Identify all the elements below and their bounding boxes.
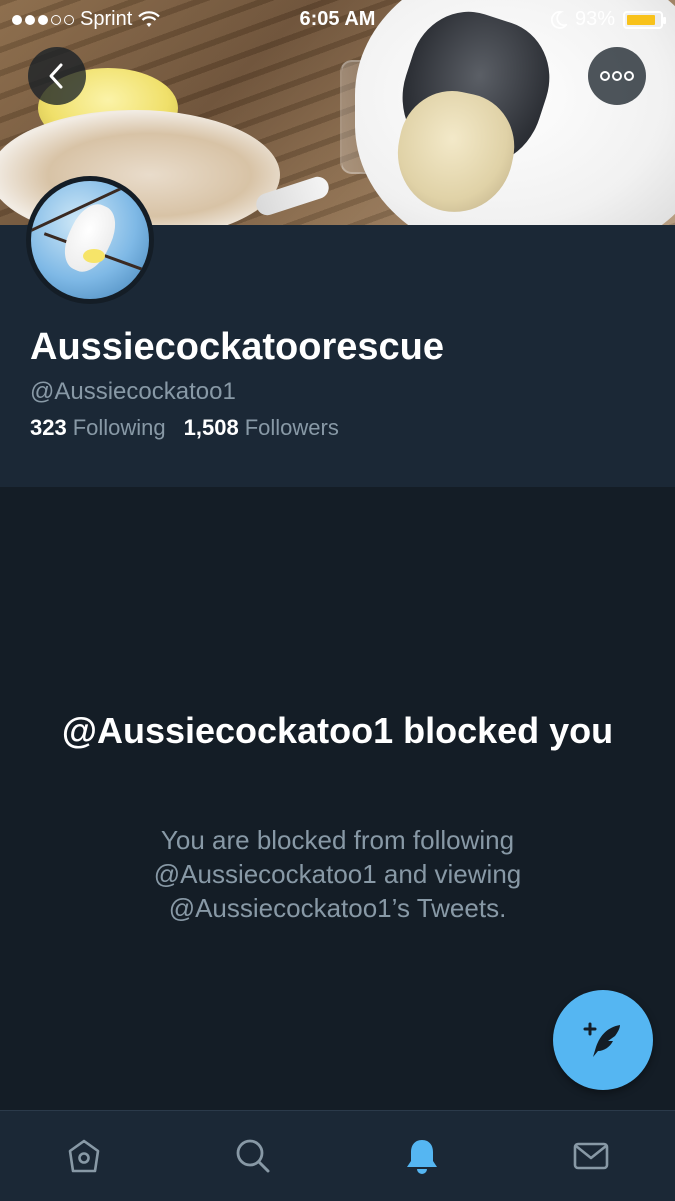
bell-icon <box>406 1140 437 1174</box>
battery-percent: 93% <box>574 8 615 30</box>
chevron-left-icon <box>49 63 63 89</box>
followers-label: Followers <box>244 415 339 440</box>
more-options-button[interactable] <box>588 47 646 105</box>
compose-tweet-icon <box>583 1022 620 1057</box>
search-icon <box>236 1139 270 1173</box>
status-bar: Sprint 6:05 AM 93% <box>0 0 675 40</box>
avatar[interactable] <box>26 176 154 304</box>
blocked-description: You are blocked from following @Aussieco… <box>153 825 522 923</box>
moon-icon <box>550 10 567 29</box>
status-right: 93% <box>550 8 666 31</box>
followers-count: 1,508 <box>183 415 239 440</box>
tab-search[interactable] <box>169 1111 338 1201</box>
profile-handle: @Aussiecockatoo1 <box>30 378 236 405</box>
following-stat[interactable]: 323 Following <box>30 415 166 441</box>
tab-home[interactable] <box>0 1111 169 1201</box>
tab-messages[interactable] <box>506 1111 675 1201</box>
bottom-tab-bar <box>0 1110 675 1201</box>
profile-stats: 323 Following 1,508 Followers <box>30 415 339 441</box>
tab-notifications[interactable] <box>338 1111 507 1201</box>
followers-stat[interactable]: 1,508 Followers <box>184 415 339 441</box>
battery-icon <box>623 10 666 29</box>
more-horizontal-icon <box>600 71 634 81</box>
profile-display-name: Aussiecockatoorescue <box>30 326 444 368</box>
following-label: Following <box>72 415 166 440</box>
avatar-image <box>31 181 149 299</box>
back-button[interactable] <box>28 47 86 105</box>
following-count: 323 <box>30 415 67 440</box>
compose-tweet-button[interactable] <box>553 990 653 1090</box>
blocked-title: @Aussiecockatoo1 blocked you <box>61 710 614 751</box>
home-icon <box>69 1139 100 1173</box>
mail-icon <box>573 1142 608 1170</box>
